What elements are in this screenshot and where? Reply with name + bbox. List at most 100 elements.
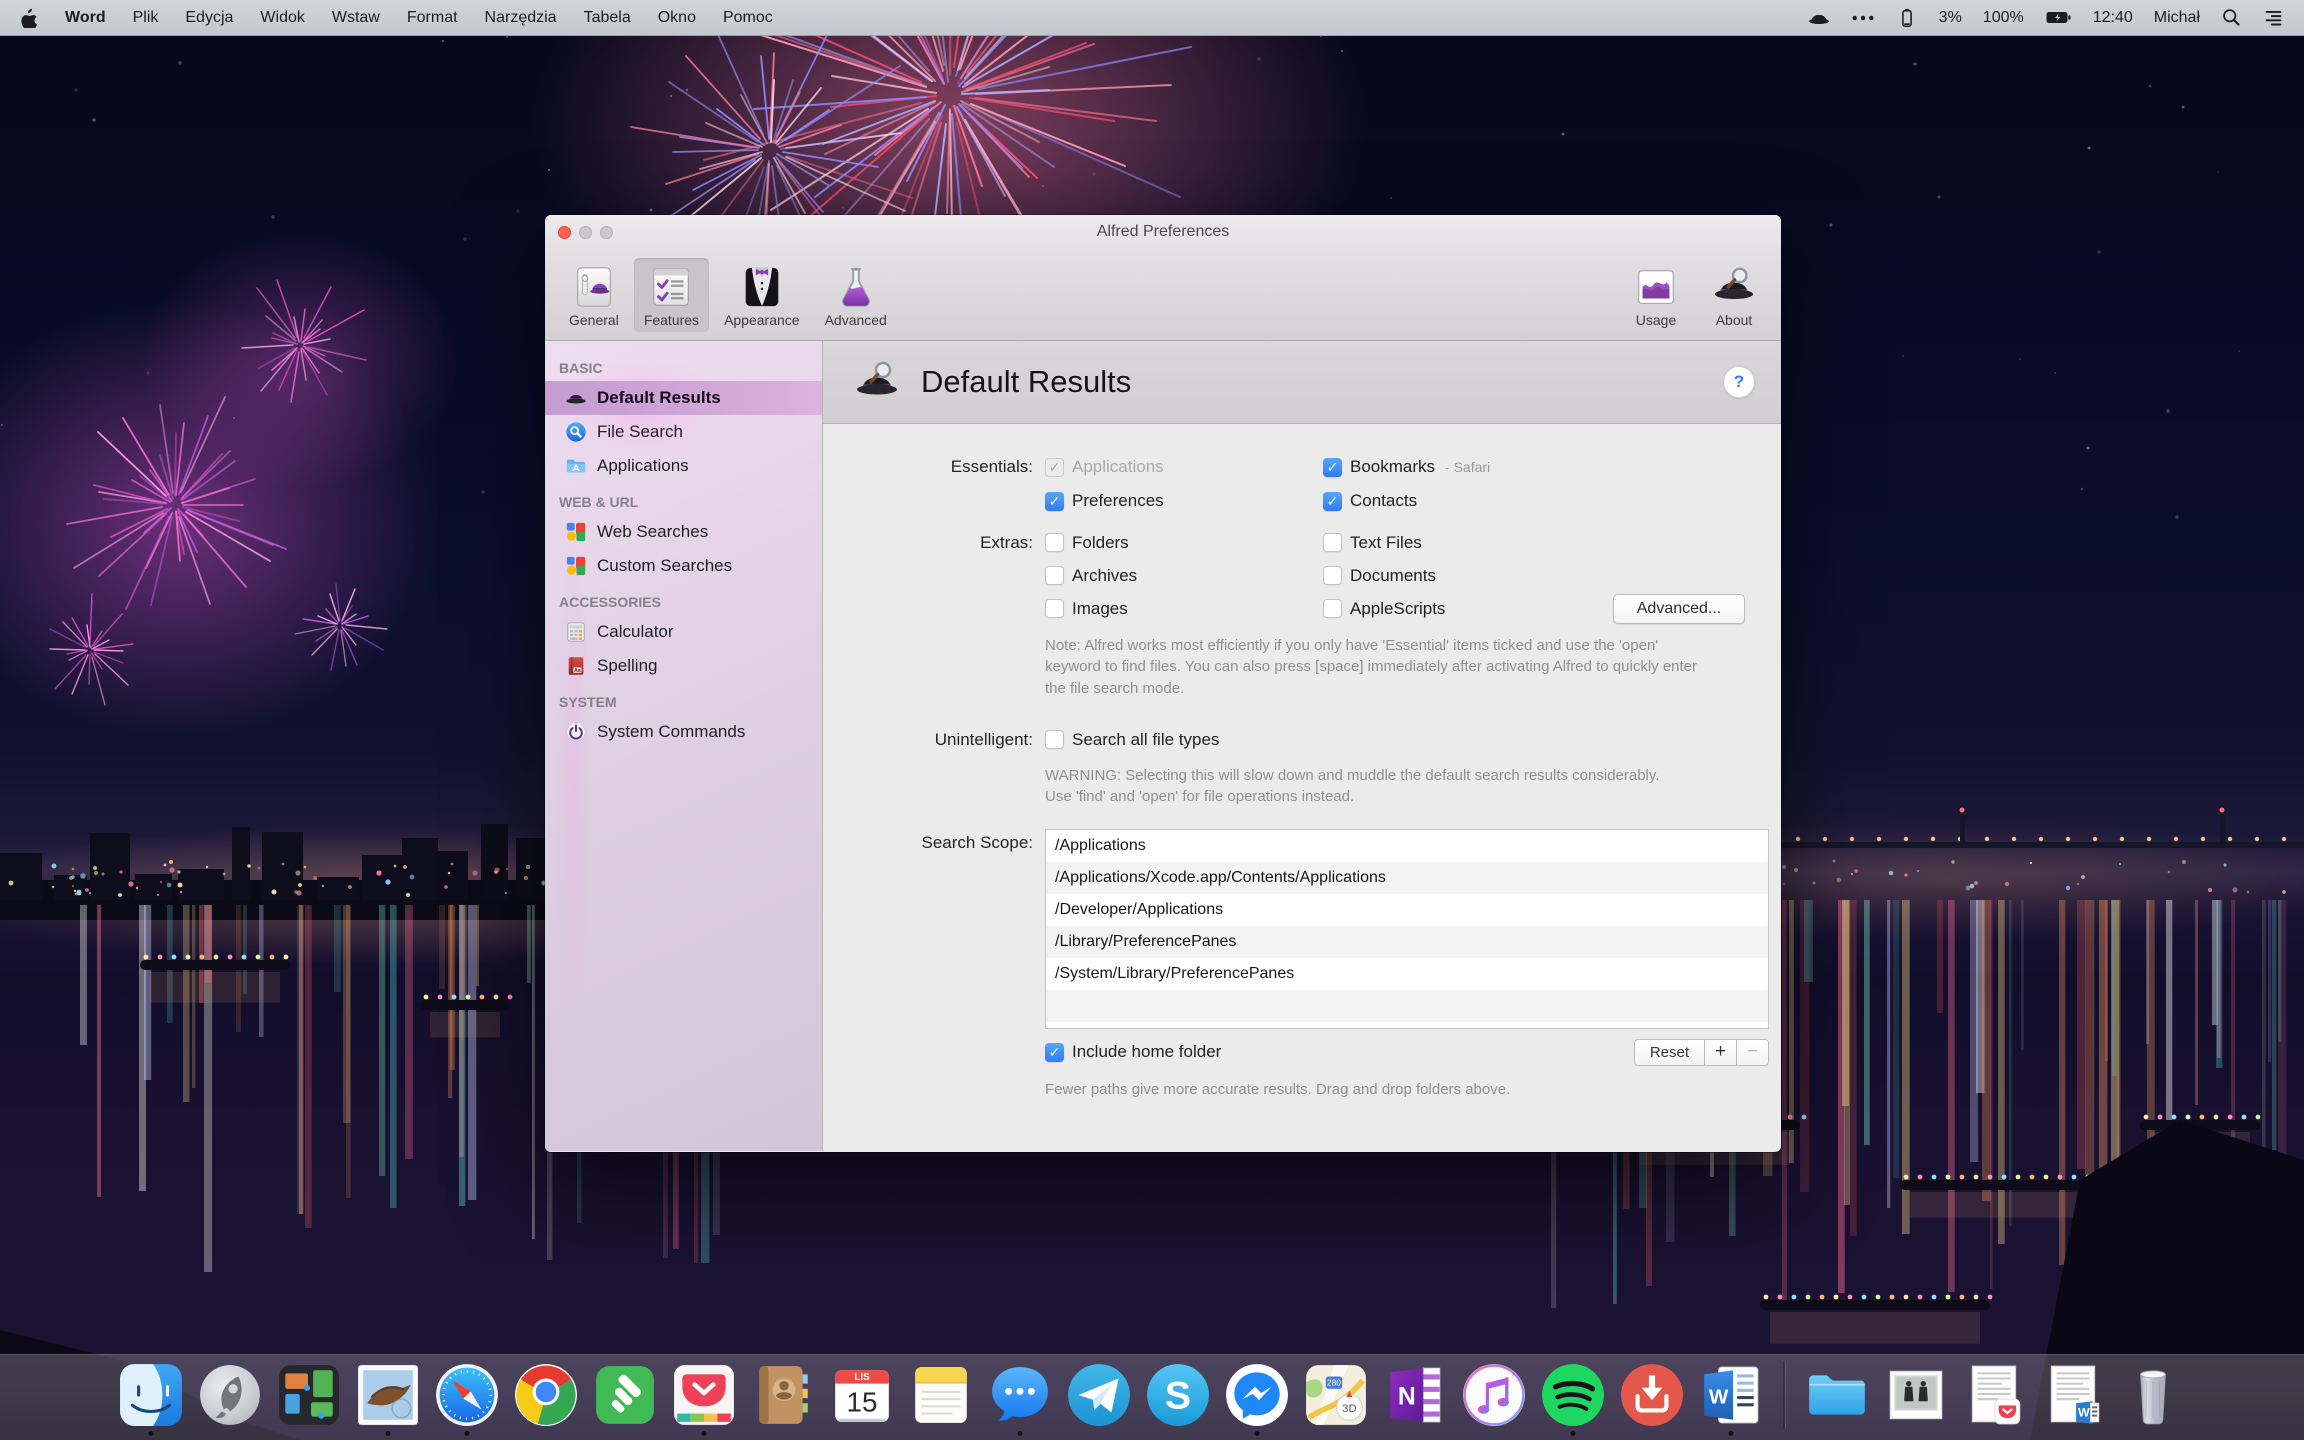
essential-preferences-checkbox[interactable]: ✓ bbox=[1045, 492, 1064, 511]
toolbar-tab-about[interactable]: About bbox=[1701, 258, 1767, 332]
alfred-menubar-icon[interactable] bbox=[1808, 7, 1830, 29]
add-path-button[interactable]: + bbox=[1705, 1039, 1737, 1066]
sidebar-item-applications[interactable]: Applications bbox=[545, 449, 822, 483]
toolbar-tab-usage[interactable]: Usage bbox=[1623, 258, 1689, 332]
zoom-button[interactable] bbox=[600, 226, 613, 239]
dock-itunes-icon[interactable] bbox=[1461, 1362, 1527, 1428]
user-name[interactable]: Michał bbox=[2154, 9, 2200, 27]
sidebar-item-file-search[interactable]: File Search bbox=[545, 415, 822, 449]
secondary-battery-percent[interactable]: 3% bbox=[1939, 9, 1962, 27]
sidebar-item-label: System Commands bbox=[597, 722, 745, 742]
dock-messages-icon[interactable] bbox=[987, 1362, 1053, 1428]
close-button[interactable] bbox=[558, 226, 571, 239]
svg-text:N: N bbox=[1398, 1383, 1416, 1410]
dock-word-icon[interactable]: W bbox=[1698, 1362, 1764, 1428]
dock-safari-icon[interactable] bbox=[434, 1362, 500, 1428]
toolbar-tab-general[interactable]: General bbox=[559, 258, 629, 332]
dock-skype-icon[interactable]: S bbox=[1145, 1362, 1211, 1428]
search-scope-path[interactable]: /Applications bbox=[1046, 830, 1768, 862]
extra-archives-checkbox[interactable] bbox=[1045, 566, 1064, 585]
dock-pocket-document-icon[interactable] bbox=[1962, 1362, 2028, 1428]
extra-text-files: Text Files bbox=[1323, 526, 1445, 559]
dock-messenger-icon[interactable] bbox=[1224, 1362, 1290, 1428]
window-titlebar[interactable]: Alfred Preferences bbox=[545, 215, 1781, 249]
dock-maps-icon[interactable]: 2803D bbox=[1303, 1362, 1369, 1428]
menu-narzędzia[interactable]: Narzędzia bbox=[485, 9, 557, 27]
dock-contacts-icon[interactable] bbox=[750, 1362, 816, 1428]
search-all-file-types-checkbox[interactable] bbox=[1045, 730, 1064, 749]
battery-icon[interactable] bbox=[2045, 8, 2072, 27]
essential-contacts-checkbox[interactable]: ✓ bbox=[1323, 492, 1342, 511]
search-scope-path[interactable]: /Developer/Applications bbox=[1046, 894, 1768, 926]
include-home-folder: ✓ Include home folder bbox=[1045, 1035, 1221, 1069]
extra-documents-checkbox[interactable] bbox=[1323, 566, 1342, 585]
menu-wstaw[interactable]: Wstaw bbox=[332, 9, 380, 27]
extra-applescripts-checkbox[interactable] bbox=[1323, 599, 1342, 618]
toolbar-tab-appearance[interactable]: Appearance bbox=[714, 258, 810, 332]
include-home-folder-checkbox[interactable]: ✓ bbox=[1045, 1043, 1064, 1062]
dock-word-document-icon[interactable]: W bbox=[2041, 1362, 2107, 1428]
dock-mission-control-icon[interactable] bbox=[276, 1362, 342, 1428]
menu-format[interactable]: Format bbox=[407, 9, 458, 27]
dock-pocket-icon[interactable] bbox=[671, 1362, 737, 1428]
menu-word[interactable]: Word bbox=[65, 9, 106, 27]
dock-telegram-icon[interactable] bbox=[1066, 1362, 1132, 1428]
extra-folders-checkbox[interactable] bbox=[1045, 533, 1064, 552]
essentials-note: Note: Alfred works most efficiently if y… bbox=[1045, 635, 1697, 699]
svg-text:W: W bbox=[2078, 1405, 2090, 1419]
sidebar-item-label: Default Results bbox=[597, 388, 721, 408]
dock-chrome-icon[interactable] bbox=[513, 1362, 579, 1428]
dock-photo-file-icon[interactable] bbox=[1883, 1362, 1949, 1428]
ellipsis-icon[interactable] bbox=[1851, 14, 1875, 22]
menu-pomoc[interactable]: Pomoc bbox=[723, 9, 773, 27]
menu-widok[interactable]: Widok bbox=[260, 9, 304, 27]
menu-okno[interactable]: Okno bbox=[658, 9, 696, 27]
unintelligent-label: Unintelligent: bbox=[823, 723, 1033, 757]
dock-notes-icon[interactable] bbox=[908, 1362, 974, 1428]
search-scope-path[interactable]: /Library/PreferencePanes bbox=[1046, 926, 1768, 958]
minimize-button[interactable] bbox=[579, 226, 592, 239]
essential-bookmarks-checkbox[interactable]: ✓ bbox=[1323, 458, 1342, 477]
search-scope-path[interactable]: /Applications/Xcode.app/Contents/Applica… bbox=[1046, 862, 1768, 894]
toolbar-tab-features[interactable]: Features bbox=[634, 258, 709, 332]
dock-finder-icon[interactable] bbox=[118, 1362, 184, 1428]
traffic-lights bbox=[558, 226, 613, 239]
search-scope-list[interactable]: /Applications/Applications/Xcode.app/Con… bbox=[1045, 829, 1769, 1029]
vertical-battery-icon[interactable] bbox=[1896, 6, 1918, 30]
sidebar-item-custom-searches[interactable]: Custom Searches bbox=[545, 549, 822, 583]
apple-menu[interactable] bbox=[20, 8, 38, 28]
dock-launchpad-icon[interactable] bbox=[197, 1362, 263, 1428]
menu-plik[interactable]: Plik bbox=[133, 9, 159, 27]
dock-feedly-icon[interactable] bbox=[592, 1362, 658, 1428]
help-button[interactable]: ? bbox=[1723, 366, 1755, 398]
spotlight-search-icon[interactable] bbox=[2221, 7, 2242, 28]
extra-images-checkbox[interactable] bbox=[1045, 599, 1064, 618]
toolbar-tab-label: General bbox=[569, 312, 619, 328]
menu-edycja[interactable]: Edycja bbox=[185, 9, 233, 27]
dock-spotify-icon[interactable] bbox=[1540, 1362, 1606, 1428]
sidebar-item-spelling[interactable]: AaSpelling bbox=[545, 649, 822, 683]
search-scope-path[interactable]: /System/Library/PreferencePanes bbox=[1046, 958, 1768, 990]
dock-trash-icon[interactable] bbox=[2120, 1362, 2186, 1428]
menu-tabela[interactable]: Tabela bbox=[584, 9, 631, 27]
dock-mail-icon[interactable] bbox=[355, 1362, 421, 1428]
reset-button[interactable]: Reset bbox=[1634, 1039, 1705, 1066]
sidebar-item-default-results[interactable]: Default Results bbox=[545, 381, 822, 415]
battery-percent[interactable]: 100% bbox=[1983, 9, 2024, 27]
dock-downloads-folder-icon[interactable] bbox=[1804, 1362, 1870, 1428]
dock-downie-icon[interactable] bbox=[1619, 1362, 1685, 1428]
dock-separator bbox=[1783, 1361, 1785, 1429]
sidebar-item-web-searches[interactable]: Web Searches bbox=[545, 515, 822, 549]
sidebar-item-system-commands[interactable]: System Commands bbox=[545, 715, 822, 749]
sidebar-item-calculator[interactable]: Calculator bbox=[545, 615, 822, 649]
notification-center-icon[interactable] bbox=[2263, 7, 2284, 28]
advanced-button[interactable]: Advanced... bbox=[1613, 594, 1745, 624]
file-search-icon bbox=[565, 421, 587, 443]
extra-text-files-checkbox[interactable] bbox=[1323, 533, 1342, 552]
menubar-clock[interactable]: 12:40 bbox=[2093, 9, 2133, 27]
scope-actions-row: ✓Include home folder Reset + − bbox=[1045, 1035, 1769, 1069]
toolbar-tab-advanced[interactable]: Advanced bbox=[815, 258, 897, 332]
dock-onenote-icon[interactable]: N bbox=[1382, 1362, 1448, 1428]
dock-calendar-icon[interactable]: LIS15 bbox=[829, 1362, 895, 1428]
include-home-folder-label: Include home folder bbox=[1072, 1042, 1221, 1062]
